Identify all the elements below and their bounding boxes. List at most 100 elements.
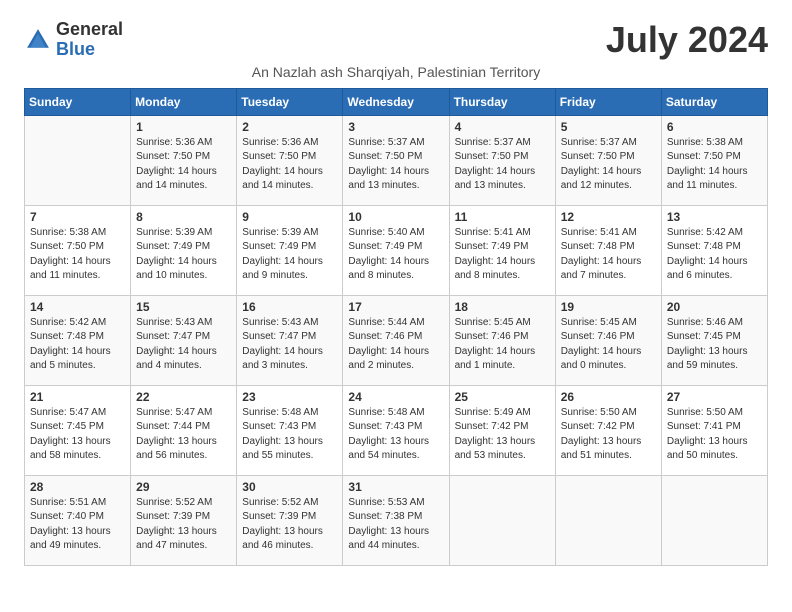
day-info: Sunrise: 5:43 AM Sunset: 7:47 PM Dayligh…: [136, 316, 231, 374]
day-info: Sunrise: 5:44 AM Sunset: 7:46 PM Dayligh…: [348, 316, 443, 374]
day-info: Sunrise: 5:42 AM Sunset: 7:48 PM Dayligh…: [667, 226, 762, 284]
day-number: 29: [136, 480, 231, 494]
week-row-1: 1 Sunrise: 5:36 AM Sunset: 7:50 PM Daylig…: [25, 115, 768, 205]
day-number: 1: [136, 120, 231, 134]
day-info: Sunrise: 5:52 AM Sunset: 7:39 PM Dayligh…: [242, 496, 337, 554]
logo-icon: [24, 26, 52, 54]
day-header-thursday: Thursday: [449, 88, 555, 115]
calendar-cell: 26 Sunrise: 5:50 AM Sunset: 7:42 PM Dayli…: [555, 385, 661, 475]
day-info: Sunrise: 5:48 AM Sunset: 7:43 PM Dayligh…: [348, 406, 443, 464]
day-header-monday: Monday: [131, 88, 237, 115]
calendar-cell: [25, 115, 131, 205]
day-info: Sunrise: 5:41 AM Sunset: 7:48 PM Dayligh…: [561, 226, 656, 284]
calendar-cell: 11 Sunrise: 5:41 AM Sunset: 7:49 PM Dayli…: [449, 205, 555, 295]
calendar-cell: 10 Sunrise: 5:40 AM Sunset: 7:49 PM Dayli…: [343, 205, 449, 295]
day-info: Sunrise: 5:53 AM Sunset: 7:38 PM Dayligh…: [348, 496, 443, 554]
day-info: Sunrise: 5:49 AM Sunset: 7:42 PM Dayligh…: [455, 406, 550, 464]
calendar-cell: 5 Sunrise: 5:37 AM Sunset: 7:50 PM Daylig…: [555, 115, 661, 205]
logo-blue: Blue: [56, 39, 95, 59]
calendar-cell: 8Sunrise: 5:39 AM Sunset: 7:49 PM Daylig…: [131, 205, 237, 295]
day-number: 5: [561, 120, 656, 134]
calendar-cell: [555, 475, 661, 565]
calendar-cell: 15 Sunrise: 5:43 AM Sunset: 7:47 PM Dayli…: [131, 295, 237, 385]
calendar-cell: 7 Sunrise: 5:38 AM Sunset: 7:50 PM Daylig…: [25, 205, 131, 295]
location-title: An Nazlah ash Sharqiyah, Palestinian Ter…: [24, 64, 768, 80]
day-number: 22: [136, 390, 231, 404]
day-info: Sunrise: 5:47 AM Sunset: 7:44 PM Dayligh…: [136, 406, 231, 464]
calendar-cell: 24 Sunrise: 5:48 AM Sunset: 7:43 PM Dayli…: [343, 385, 449, 475]
day-info: Sunrise: 5:50 AM Sunset: 7:42 PM Dayligh…: [561, 406, 656, 464]
day-number: 31: [348, 480, 443, 494]
day-number: 4: [455, 120, 550, 134]
day-info: Sunrise: 5:43 AM Sunset: 7:47 PM Dayligh…: [242, 316, 337, 374]
day-info: Sunrise: 5:42 AM Sunset: 7:48 PM Dayligh…: [30, 316, 125, 374]
day-number: 9: [242, 210, 337, 224]
calendar-table: SundayMondayTuesdayWednesdayThursdayFrid…: [24, 88, 768, 566]
day-info: Sunrise: 5:38 AM Sunset: 7:50 PM Dayligh…: [667, 136, 762, 194]
day-number: 30: [242, 480, 337, 494]
day-number: 10: [348, 210, 443, 224]
calendar-cell: 3 Sunrise: 5:37 AM Sunset: 7:50 PM Daylig…: [343, 115, 449, 205]
day-number: 3: [348, 120, 443, 134]
calendar-cell: 28Sunrise: 5:51 AM Sunset: 7:40 PM Dayli…: [25, 475, 131, 565]
day-info: Sunrise: 5:40 AM Sunset: 7:49 PM Dayligh…: [348, 226, 443, 284]
day-number: 16: [242, 300, 337, 314]
calendar-cell: 19Sunrise: 5:45 AM Sunset: 7:46 PM Dayli…: [555, 295, 661, 385]
day-info: Sunrise: 5:37 AM Sunset: 7:50 PM Dayligh…: [561, 136, 656, 194]
day-info: Sunrise: 5:46 AM Sunset: 7:45 PM Dayligh…: [667, 316, 762, 374]
calendar-cell: 29 Sunrise: 5:52 AM Sunset: 7:39 PM Dayli…: [131, 475, 237, 565]
day-number: 18: [455, 300, 550, 314]
day-info: Sunrise: 5:45 AM Sunset: 7:46 PM Dayligh…: [455, 316, 550, 374]
day-number: 11: [455, 210, 550, 224]
logo-general: General: [56, 19, 123, 39]
calendar-cell: 30 Sunrise: 5:52 AM Sunset: 7:39 PM Dayli…: [237, 475, 343, 565]
day-number: 24: [348, 390, 443, 404]
day-header-saturday: Saturday: [661, 88, 767, 115]
week-row-3: 14Sunrise: 5:42 AM Sunset: 7:48 PM Dayli…: [25, 295, 768, 385]
calendar-cell: 25 Sunrise: 5:49 AM Sunset: 7:42 PM Dayli…: [449, 385, 555, 475]
day-info: Sunrise: 5:52 AM Sunset: 7:39 PM Dayligh…: [136, 496, 231, 554]
calendar-cell: 4 Sunrise: 5:37 AM Sunset: 7:50 PM Daylig…: [449, 115, 555, 205]
day-header-wednesday: Wednesday: [343, 88, 449, 115]
day-number: 26: [561, 390, 656, 404]
calendar-cell: 9 Sunrise: 5:39 AM Sunset: 7:49 PM Daylig…: [237, 205, 343, 295]
day-number: 15: [136, 300, 231, 314]
calendar-cell: 20Sunrise: 5:46 AM Sunset: 7:45 PM Dayli…: [661, 295, 767, 385]
day-info: Sunrise: 5:51 AM Sunset: 7:40 PM Dayligh…: [30, 496, 125, 554]
day-number: 7: [30, 210, 125, 224]
day-info: Sunrise: 5:50 AM Sunset: 7:41 PM Dayligh…: [667, 406, 762, 464]
calendar-cell: 27 Sunrise: 5:50 AM Sunset: 7:41 PM Dayli…: [661, 385, 767, 475]
calendar-cell: 12Sunrise: 5:41 AM Sunset: 7:48 PM Dayli…: [555, 205, 661, 295]
day-header-tuesday: Tuesday: [237, 88, 343, 115]
calendar-cell: 14Sunrise: 5:42 AM Sunset: 7:48 PM Dayli…: [25, 295, 131, 385]
week-row-5: 28Sunrise: 5:51 AM Sunset: 7:40 PM Dayli…: [25, 475, 768, 565]
day-number: 27: [667, 390, 762, 404]
page-header: General Blue July 2024: [24, 20, 768, 60]
calendar-cell: 22 Sunrise: 5:47 AM Sunset: 7:44 PM Dayli…: [131, 385, 237, 475]
day-info: Sunrise: 5:47 AM Sunset: 7:45 PM Dayligh…: [30, 406, 125, 464]
day-info: Sunrise: 5:41 AM Sunset: 7:49 PM Dayligh…: [455, 226, 550, 284]
week-row-2: 7 Sunrise: 5:38 AM Sunset: 7:50 PM Daylig…: [25, 205, 768, 295]
calendar-cell: [661, 475, 767, 565]
calendar-cell: 23Sunrise: 5:48 AM Sunset: 7:43 PM Dayli…: [237, 385, 343, 475]
day-number: 25: [455, 390, 550, 404]
day-info: Sunrise: 5:37 AM Sunset: 7:50 PM Dayligh…: [348, 136, 443, 194]
day-info: Sunrise: 5:37 AM Sunset: 7:50 PM Dayligh…: [455, 136, 550, 194]
calendar-cell: 31 Sunrise: 5:53 AM Sunset: 7:38 PM Dayli…: [343, 475, 449, 565]
day-number: 23: [242, 390, 337, 404]
day-info: Sunrise: 5:36 AM Sunset: 7:50 PM Dayligh…: [136, 136, 231, 194]
calendar-cell: 2 Sunrise: 5:36 AM Sunset: 7:50 PM Daylig…: [237, 115, 343, 205]
day-header-sunday: Sunday: [25, 88, 131, 115]
calendar-cell: 18 Sunrise: 5:45 AM Sunset: 7:46 PM Dayli…: [449, 295, 555, 385]
day-info: Sunrise: 5:39 AM Sunset: 7:49 PM Dayligh…: [242, 226, 337, 284]
title-section: July 2024: [606, 20, 768, 60]
day-info: Sunrise: 5:38 AM Sunset: 7:50 PM Dayligh…: [30, 226, 125, 284]
calendar-cell: 13Sunrise: 5:42 AM Sunset: 7:48 PM Dayli…: [661, 205, 767, 295]
day-number: 2: [242, 120, 337, 134]
day-info: Sunrise: 5:36 AM Sunset: 7:50 PM Dayligh…: [242, 136, 337, 194]
calendar-cell: 6Sunrise: 5:38 AM Sunset: 7:50 PM Daylig…: [661, 115, 767, 205]
day-info: Sunrise: 5:39 AM Sunset: 7:49 PM Dayligh…: [136, 226, 231, 284]
day-info: Sunrise: 5:45 AM Sunset: 7:46 PM Dayligh…: [561, 316, 656, 374]
day-number: 21: [30, 390, 125, 404]
logo: General Blue: [24, 20, 123, 60]
